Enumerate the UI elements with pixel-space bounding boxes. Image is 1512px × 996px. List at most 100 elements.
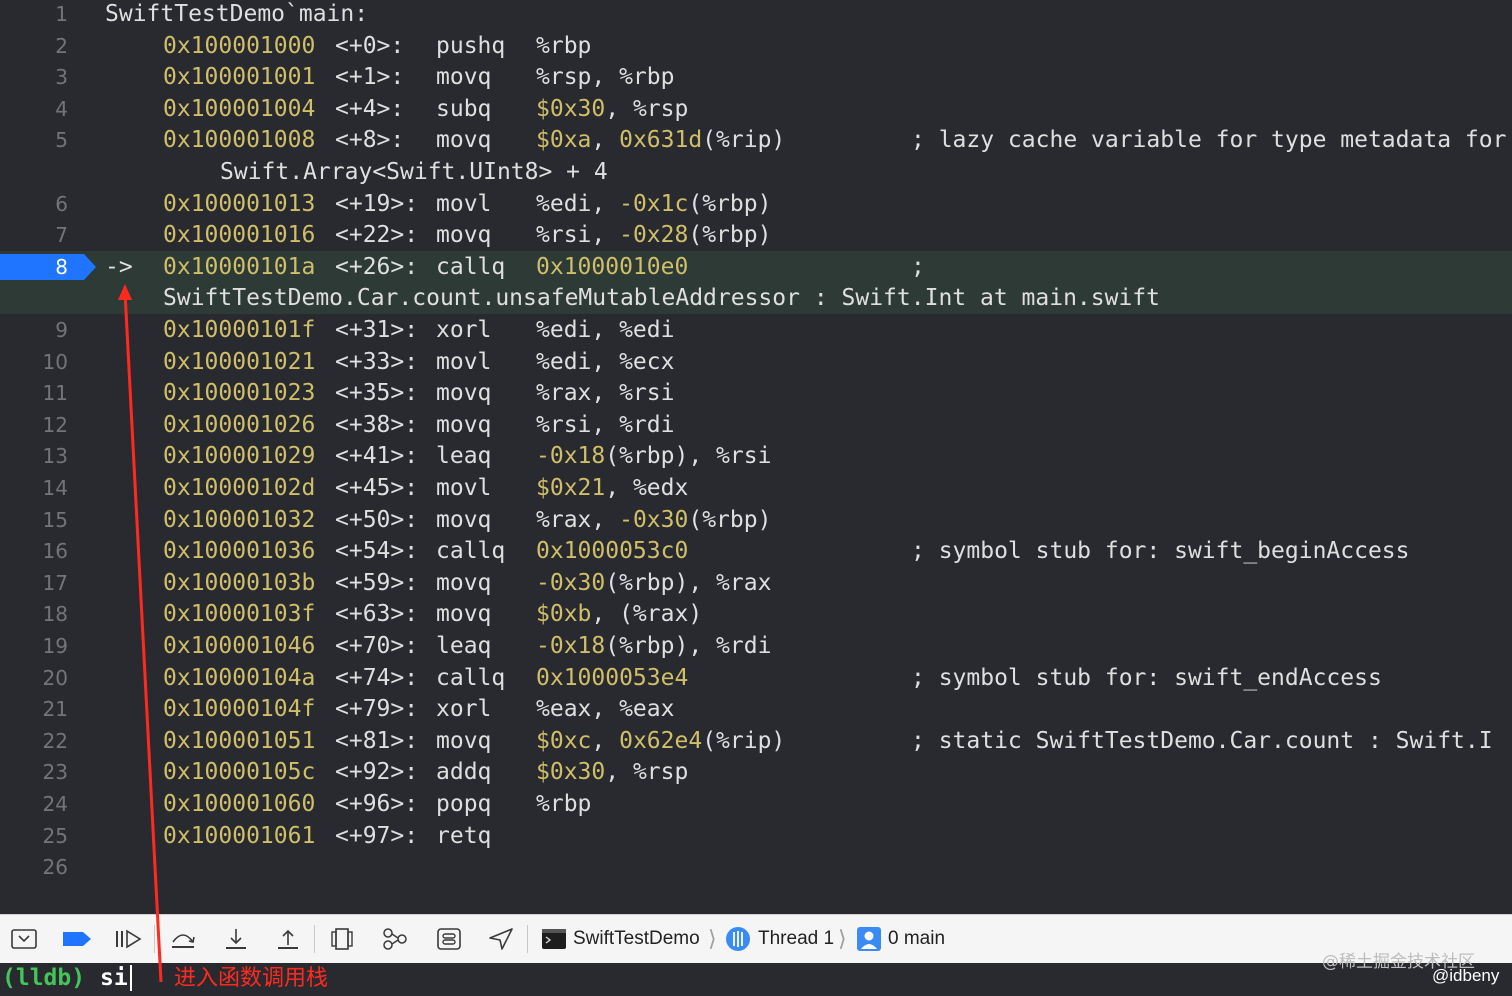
toolbar-separator bbox=[527, 925, 528, 953]
code-line[interactable]: 14 0x10000102d <+45>: movl $0x21, %edx bbox=[0, 472, 1512, 504]
instruction-mnemonic: movq bbox=[436, 506, 492, 533]
gutter[interactable]: 5 bbox=[0, 124, 96, 156]
instruction-offset: <+97>: bbox=[335, 822, 419, 849]
gutter[interactable]: 19 bbox=[0, 630, 96, 662]
breakpoint-marker[interactable] bbox=[0, 253, 96, 280]
code-line[interactable]: 9 0x10000101f <+31>: xorl %edi, %edi bbox=[0, 314, 1512, 346]
gutter[interactable]: 12 bbox=[0, 409, 96, 441]
instruction-operands: $0xa, 0x631d(%rip) bbox=[536, 127, 786, 154]
instruction-mnemonic: xorl bbox=[436, 696, 492, 723]
disassembly-editor: 1 SwiftTestDemo`main: 2 0x100001000 <+0>: pus… bbox=[0, 0, 1512, 914]
instruction-address: 0x100001026 bbox=[163, 411, 316, 438]
continue-icon[interactable] bbox=[113, 925, 143, 953]
gutter[interactable]: 17 bbox=[0, 567, 96, 599]
instruction-mnemonic: movq bbox=[436, 569, 492, 596]
code-line[interactable]: 7 0x100001016 <+22>: movq %rsi, -0x28(%rbp) bbox=[0, 219, 1512, 251]
gutter[interactable]: 3 bbox=[0, 61, 96, 93]
code-line[interactable]: 22 0x100001051 <+81>: movq $0xc, 0x62e4(%rip… bbox=[0, 725, 1512, 757]
gutter[interactable]: 4 bbox=[0, 93, 96, 125]
terminal-target-icon bbox=[540, 925, 568, 953]
gutter[interactable]: 18 bbox=[0, 598, 96, 630]
instruction-address: 0x10000104a bbox=[163, 664, 316, 691]
breakpoints-toggle-icon[interactable] bbox=[60, 925, 94, 953]
code-line[interactable]: 25 0x100001061 <+97>: retq bbox=[0, 820, 1512, 852]
line-number: 7 bbox=[55, 223, 68, 248]
gutter[interactable]: 24 bbox=[0, 788, 96, 820]
gutter[interactable]: 1 bbox=[0, 0, 96, 30]
step-over-icon[interactable] bbox=[168, 925, 198, 953]
code-line[interactable]: 18 0x10000103f <+63>: movq $0xb, (%rax) bbox=[0, 598, 1512, 630]
code-line[interactable]: 23 0x10000105c <+92>: addq $0x30, %rsp bbox=[0, 756, 1512, 788]
watermark-author: @idbeny bbox=[1432, 966, 1500, 985]
line-number: 20 bbox=[42, 665, 68, 690]
gutter[interactable]: 25 bbox=[0, 820, 96, 852]
gutter[interactable]: 21 bbox=[0, 693, 96, 725]
code-line[interactable]: 13 0x100001029 <+41>: leaq -0x18(%rbp), %rsi bbox=[0, 440, 1512, 472]
instruction-operands: %rbp bbox=[536, 791, 592, 817]
code-line[interactable]: 6 0x100001013 <+19>: movl %edi, -0x1c(%rbp) bbox=[0, 188, 1512, 220]
instruction-mnemonic: movl bbox=[436, 348, 492, 375]
code-line[interactable]: 4 0x100001004 <+4>: subq $0x30, %rsp bbox=[0, 93, 1512, 125]
gutter[interactable]: 15 bbox=[0, 504, 96, 536]
code-line[interactable]: 20 0x10000104a <+74>: callq 0x1000053e4 ; sym… bbox=[0, 662, 1512, 694]
code-line[interactable]: 21 0x10000104f <+79>: xorl %eax, %eax bbox=[0, 693, 1512, 725]
code-line[interactable]: 3 0x100001001 <+1>: movq %rsp, %rbp bbox=[0, 61, 1512, 93]
gutter[interactable]: 8 bbox=[0, 251, 96, 283]
gutter[interactable]: 7 bbox=[0, 219, 96, 251]
code-line[interactable]: 12 0x100001026 <+38>: movq %rsi, %rdi bbox=[0, 409, 1512, 441]
hide-debug-area-icon[interactable] bbox=[9, 925, 39, 953]
code-line[interactable]: 2 0x100001000 <+0>: pushq %rbp bbox=[0, 30, 1512, 62]
lldb-console[interactable]: (lldb) si 进入函数调用栈 bbox=[0, 963, 1512, 996]
instruction-offset: <+38>: bbox=[335, 411, 419, 438]
instruction-comment: ; static SwiftTestDemo.Car.count : Swift… bbox=[911, 727, 1493, 754]
instruction-mnemonic: pushq bbox=[436, 32, 506, 59]
step-into-icon[interactable] bbox=[221, 925, 251, 953]
gutter[interactable]: 10 bbox=[0, 346, 96, 378]
line-number: 21 bbox=[42, 697, 68, 722]
console-command[interactable]: si bbox=[100, 963, 128, 993]
environment-overrides-icon[interactable] bbox=[434, 925, 464, 953]
memory-graph-icon[interactable] bbox=[380, 925, 410, 953]
code-line[interactable]: 8 -> 0x10000101a <+26>: callq 0x1000010e0; Swi… bbox=[0, 250, 1512, 314]
code-line[interactable]: 5 0x100001008 <+8>: movq $0xa, 0x631d(%rip);… bbox=[0, 124, 1512, 187]
gutter[interactable]: 13 bbox=[0, 440, 96, 472]
instruction-operands: -0x30(%rbp), %rax bbox=[536, 569, 772, 596]
code-line[interactable]: 24 0x100001060 <+96>: popq %rbp bbox=[0, 788, 1512, 820]
gutter[interactable]: 11 bbox=[0, 377, 96, 409]
instruction-operands: %rax, -0x30(%rbp) bbox=[536, 506, 772, 533]
gutter[interactable]: 6 bbox=[0, 188, 96, 220]
instruction-offset: <+92>: bbox=[335, 759, 419, 786]
gutter[interactable]: 22 bbox=[0, 725, 96, 757]
gutter[interactable]: 9 bbox=[0, 314, 96, 346]
toolbar-separator bbox=[154, 925, 155, 953]
comment-continuation: SwiftTestDemo.Car.count.unsafeMutableAdd… bbox=[163, 285, 1160, 312]
breadcrumb-thread[interactable]: Thread 1 bbox=[758, 915, 834, 963]
instruction-mnemonic: movq bbox=[436, 601, 492, 628]
instruction-address: 0x10000101a bbox=[163, 253, 316, 280]
gutter[interactable]: 16 bbox=[0, 535, 96, 567]
code-line[interactable]: 11 0x100001023 <+35>: movq %rax, %rsi bbox=[0, 377, 1512, 409]
instruction-address: 0x100001060 bbox=[163, 791, 316, 817]
view-hierarchy-icon[interactable] bbox=[327, 925, 357, 953]
gutter[interactable]: 2 bbox=[0, 30, 96, 62]
simulate-location-icon[interactable] bbox=[486, 925, 516, 953]
breadcrumb-frame[interactable]: 0 main bbox=[888, 915, 945, 963]
step-out-icon[interactable] bbox=[273, 925, 303, 953]
code-line[interactable]: 26 bbox=[0, 851, 1512, 883]
instruction-address: 0x100001036 bbox=[163, 538, 316, 565]
code-line[interactable]: 10 0x100001021 <+33>: movl %edi, %ecx bbox=[0, 346, 1512, 378]
code-line[interactable]: 15 0x100001032 <+50>: movq %rax, -0x30(%rbp) bbox=[0, 504, 1512, 536]
gutter[interactable]: 23 bbox=[0, 756, 96, 788]
gutter[interactable]: 20 bbox=[0, 662, 96, 694]
breadcrumb-target[interactable]: SwiftTestDemo bbox=[573, 915, 700, 963]
code-line[interactable]: 19 0x100001046 <+70>: leaq -0x18(%rbp), %rdi bbox=[0, 630, 1512, 662]
gutter[interactable]: 14 bbox=[0, 472, 96, 504]
instruction-operands: %rsi, -0x28(%rbp) bbox=[536, 222, 772, 249]
code-line[interactable]: 17 0x10000103b <+59>: movq -0x30(%rbp), %rax bbox=[0, 567, 1512, 599]
instruction-offset: <+19>: bbox=[335, 190, 419, 217]
code-line[interactable]: 1 SwiftTestDemo`main: bbox=[0, 0, 1512, 30]
instruction-offset: <+81>: bbox=[335, 727, 419, 754]
gutter[interactable]: 26 bbox=[0, 851, 96, 883]
code-line[interactable]: 16 0x100001036 <+54>: callq 0x1000053c0 ; sym… bbox=[0, 535, 1512, 567]
line-number: 1 bbox=[55, 2, 68, 26]
